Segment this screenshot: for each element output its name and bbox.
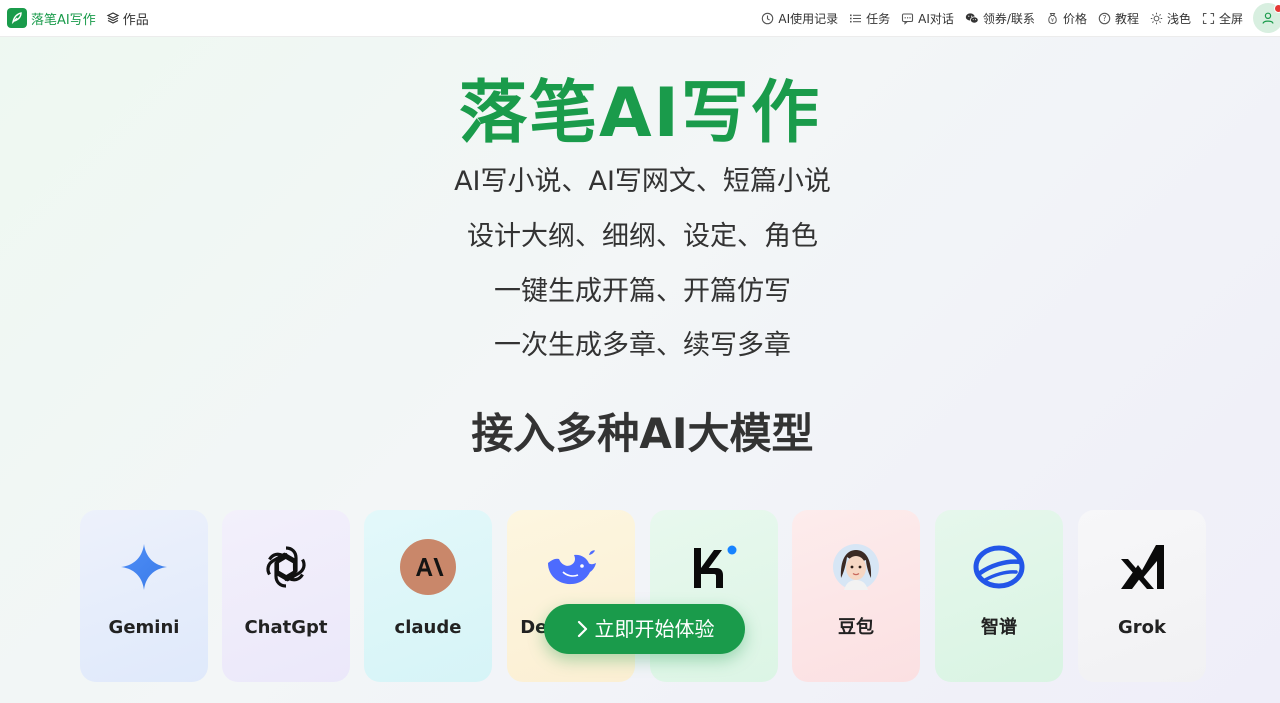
chevron-right-icon xyxy=(577,620,587,638)
user-icon xyxy=(1262,12,1274,24)
nav-label: 领券/联系 xyxy=(982,11,1035,26)
gemini-icon xyxy=(121,544,167,590)
doubao-icon xyxy=(833,544,879,590)
feature-line-4: 一次生成多章、续写多章 xyxy=(494,330,791,361)
model-label: claude xyxy=(394,617,462,638)
nav-price[interactable]: ¥ 价格 xyxy=(1046,10,1087,27)
fullscreen-icon xyxy=(1202,12,1215,24)
nav-tasks[interactable]: 任务 xyxy=(849,10,890,27)
nav-label: 全屏 xyxy=(1218,11,1243,26)
nav-label: AI对话 xyxy=(918,11,954,26)
model-card-zhipu[interactable]: 智谱 xyxy=(935,510,1063,682)
works-link[interactable]: 作品 xyxy=(106,9,149,28)
start-experience-label: 立即开始体验 xyxy=(594,617,715,641)
nav-label: 教程 xyxy=(1114,11,1139,26)
model-label: Grok xyxy=(1118,617,1166,638)
model-card-grok[interactable]: Grok xyxy=(1078,510,1206,682)
feature-line-3: 一键生成开篇、开篇仿写 xyxy=(494,276,791,307)
nav-label: 任务 xyxy=(866,11,891,26)
feature-line-1: AI写小说、AI写网文、短篇小说 xyxy=(454,166,831,197)
nav-ai-usage-log[interactable]: AI使用记录 xyxy=(761,10,838,27)
nav-label: 价格 xyxy=(1062,11,1087,26)
nav-ai-chat[interactable]: AI对话 xyxy=(901,10,954,27)
model-label: 智谱 xyxy=(981,617,1017,638)
model-card-kimi[interactable]: Kimi xyxy=(650,510,778,682)
layers-icon xyxy=(106,12,120,24)
models-heading: 接入多种AI大模型 xyxy=(471,409,814,458)
nav-theme-toggle[interactable]: 浅色 xyxy=(1150,10,1191,27)
start-experience-button[interactable]: 立即开始体验 xyxy=(544,604,745,654)
chat-icon xyxy=(902,12,914,25)
clock-icon xyxy=(762,12,774,24)
top-nav: AI使用记录 任务 AI对话 领券/联系 ¥ 价格 ? 教程 浅色 全屏 xyxy=(761,0,1280,37)
feature-line-2: 设计大纲、细纲、设定、角色 xyxy=(467,221,818,252)
hero-title: 落笔AI写作 xyxy=(459,74,821,153)
svg-text:?: ? xyxy=(1102,14,1106,23)
model-card-gemini[interactable]: Gemini xyxy=(80,510,208,682)
feather-logo-icon xyxy=(7,8,27,28)
model-card-claude[interactable]: claude xyxy=(364,510,492,682)
nav-label: 浅色 xyxy=(1166,11,1191,26)
chatgpt-icon xyxy=(266,546,306,588)
help-icon: ? xyxy=(1098,12,1111,24)
nav-label: AI使用记录 xyxy=(778,11,839,26)
model-label: ChatGpt xyxy=(244,617,328,638)
grok-icon xyxy=(1121,545,1164,589)
svg-text:¥: ¥ xyxy=(1051,17,1054,23)
notification-dot xyxy=(1274,4,1280,13)
model-card-chatgpt[interactable]: ChatGpt xyxy=(222,510,350,682)
model-label: Gemini xyxy=(108,617,180,638)
zhipu-icon xyxy=(973,545,1025,589)
brand-link[interactable]: 落笔AI写作 xyxy=(7,8,96,28)
user-avatar-button[interactable] xyxy=(1253,3,1280,33)
kimi-icon xyxy=(694,545,737,588)
brand-name: 落笔AI写作 xyxy=(31,12,96,28)
claude-icon xyxy=(400,539,456,595)
nav-fullscreen[interactable]: 全屏 xyxy=(1202,10,1243,27)
works-label: 作品 xyxy=(122,12,149,28)
price-icon: ¥ xyxy=(1048,12,1057,24)
list-icon xyxy=(850,14,862,22)
top-bar: 落笔AI写作 作品 AI使用记录 任务 AI对话 领券/联系 ¥ 价格 ? 教程… xyxy=(0,0,1280,37)
brand-area: 落笔AI写作 作品 xyxy=(7,8,149,28)
model-label: 豆包 xyxy=(838,617,874,638)
nav-tutorial[interactable]: ? 教程 xyxy=(1098,10,1139,27)
sun-icon xyxy=(1150,12,1163,24)
nav-coupon-contact[interactable]: 领券/联系 xyxy=(965,10,1035,27)
model-card-doubao[interactable]: 豆包 xyxy=(792,510,920,682)
model-card-deepseek[interactable]: DeepSeek xyxy=(507,510,635,682)
deepseek-icon xyxy=(548,550,596,585)
wechat-icon xyxy=(965,12,979,23)
